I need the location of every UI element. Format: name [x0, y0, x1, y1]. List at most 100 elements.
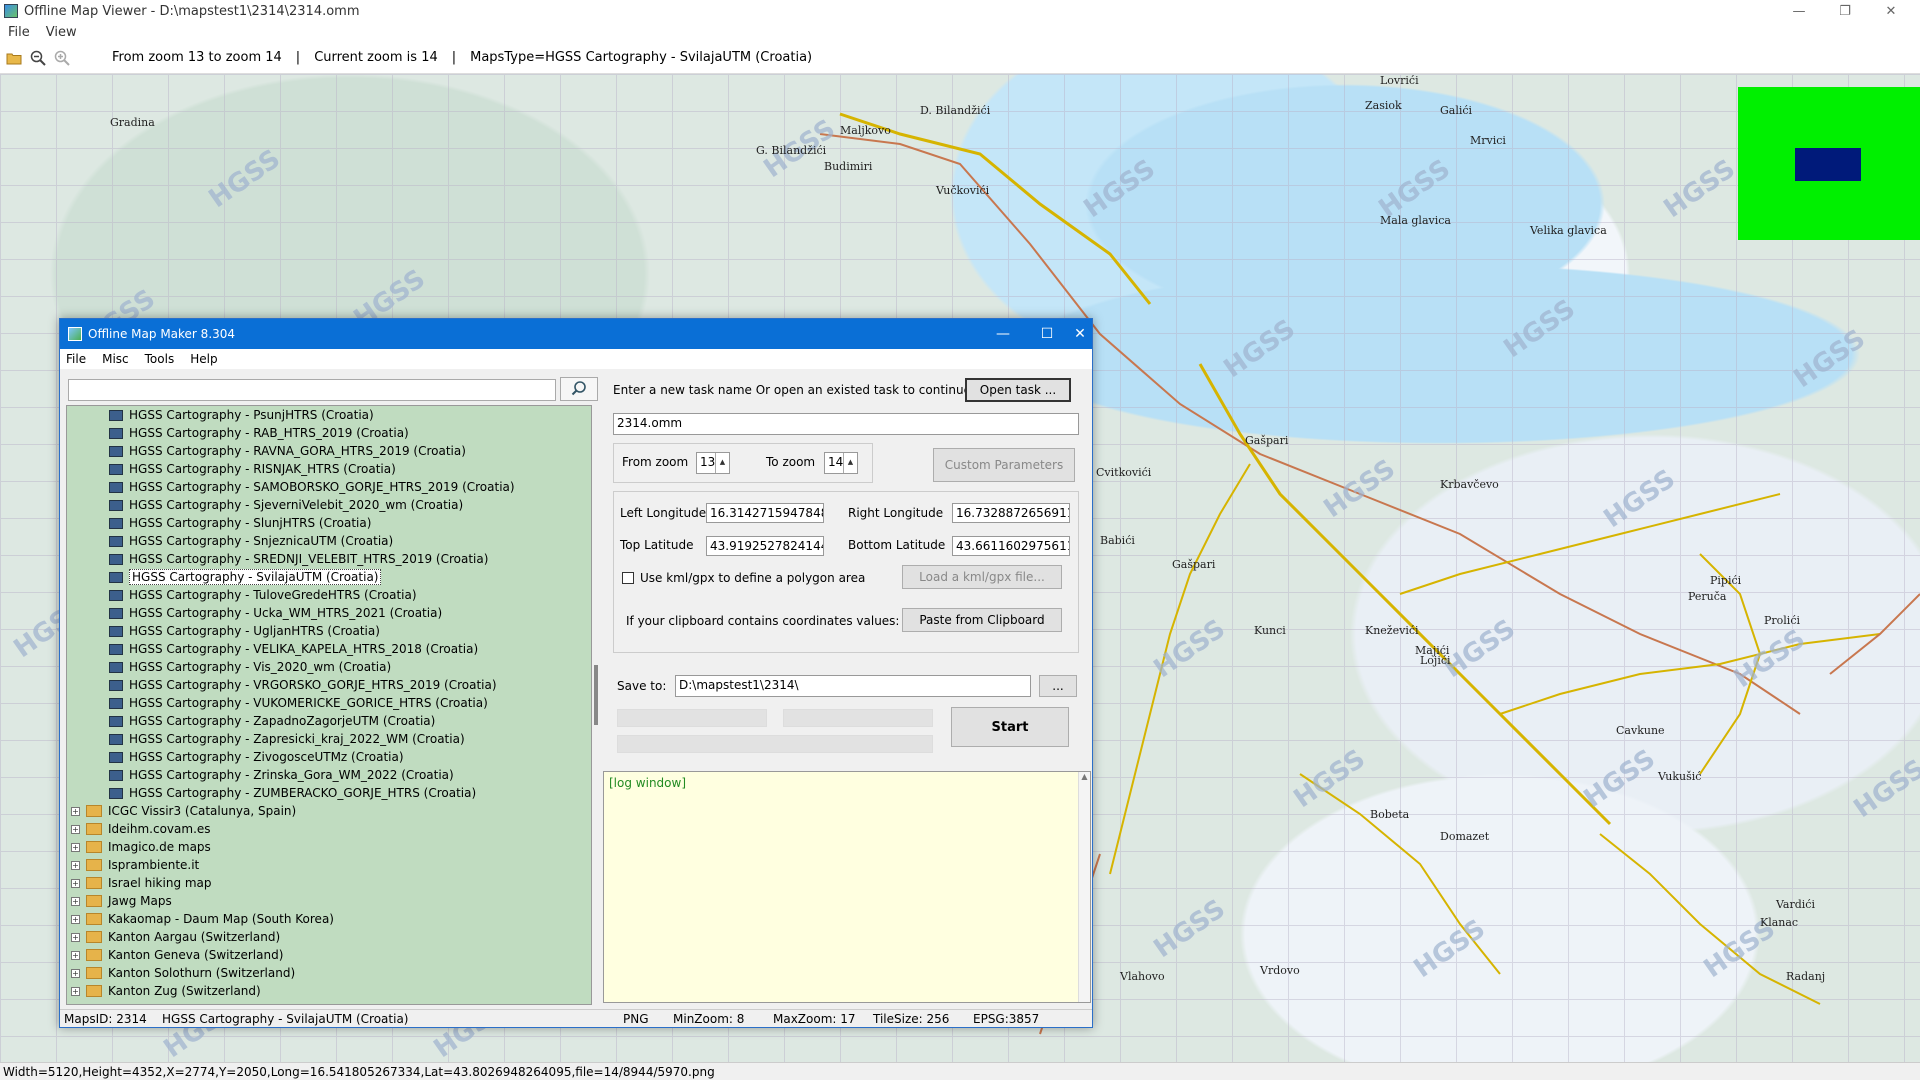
tree-folder[interactable]: + ICGC Vissir3 (Catalunya, Spain) [71, 802, 296, 820]
tree-item[interactable]: HGSS Cartography - Zrinska_Gora_WM_2022 … [109, 766, 454, 784]
tree-item[interactable]: HGSS Cartography - UgljanHTRS (Croatia) [109, 622, 380, 640]
overview-viewport[interactable] [1795, 148, 1861, 181]
save-to-input[interactable]: D:\mapstest1\2314\ [675, 675, 1031, 697]
expand-icon[interactable]: + [71, 842, 80, 852]
tree-item-selected[interactable]: HGSS Cartography - SvilajaUTM (Croatia) [109, 568, 382, 586]
map-tile-icon [109, 589, 123, 601]
expand-icon[interactable]: + [71, 932, 80, 942]
maps-search-input[interactable] [68, 379, 556, 401]
dialog-maximize-button[interactable]: ☐ [1024, 319, 1070, 349]
tree-item[interactable]: HGSS Cartography - ZivogosceUTMz (Croati… [109, 748, 404, 766]
minimize-button[interactable]: — [1776, 0, 1822, 22]
tree-item[interactable]: HGSS Cartography - SAMOBORSKO_GORJE_HTRS… [109, 478, 515, 496]
spin-down-icon[interactable]: ▼ [720, 471, 725, 473]
expand-icon[interactable]: + [71, 986, 80, 996]
tree-item[interactable]: HGSS Cartography - PsunjHTRS (Croatia) [109, 406, 374, 424]
expand-icon[interactable]: + [71, 968, 80, 978]
tree-folder[interactable]: + Kanton Geneva (Switzerland) [71, 946, 283, 964]
task-prompt-label: Enter a new task name Or open an existed… [613, 383, 975, 397]
tree-item[interactable]: HGSS Cartography - ZUMBERACKO_GORJE_HTRS… [109, 784, 476, 802]
menu-file[interactable]: File [8, 25, 30, 40]
menu-view[interactable]: View [46, 25, 77, 40]
tree-item[interactable]: HGSS Cartography - RISNJAK_HTRS (Croatia… [109, 460, 396, 478]
tree-item[interactable]: HGSS Cartography - SlunjHTRS (Croatia) [109, 514, 371, 532]
zoom-in-icon[interactable] [52, 48, 72, 68]
expand-icon[interactable]: + [71, 824, 80, 834]
dialog-menu-file[interactable]: File [66, 352, 86, 366]
map-tile-icon [109, 445, 123, 457]
tree-item[interactable]: HGSS Cartography - RAB_HTRS_2019 (Croati… [109, 424, 409, 442]
maps-tree[interactable]: HGSS Cartography - PsunjHTRS (Croatia) H… [66, 405, 592, 1005]
scroll-up-icon[interactable]: ▲ [1081, 772, 1087, 781]
dialog-close-button[interactable]: ✕ [1068, 319, 1092, 349]
tree-item[interactable]: HGSS Cartography - TuloveGredeHTRS (Croa… [109, 586, 417, 604]
place-label: Kunci [1254, 624, 1286, 637]
tree-item[interactable]: HGSS Cartography - ZapadnoZagorjeUTM (Cr… [109, 712, 435, 730]
zoom-out-icon[interactable] [28, 48, 48, 68]
start-button[interactable]: Start [951, 707, 1069, 747]
map-tile-icon [109, 787, 123, 799]
expand-icon[interactable]: + [71, 896, 80, 906]
search-button[interactable] [560, 377, 598, 401]
expand-icon[interactable]: + [71, 950, 80, 960]
right-longitude-input[interactable]: 16.7328872656911 [952, 503, 1070, 523]
tree-item[interactable]: HGSS Cartography - VRGORSKO_GORJE_HTRS_2… [109, 676, 497, 694]
top-latitude-input[interactable]: 43.9192527824144 [706, 536, 824, 556]
tree-item[interactable]: HGSS Cartography - Vis_2020_wm (Croatia) [109, 658, 391, 676]
tree-item[interactable]: HGSS Cartography - SjeverniVelebit_2020_… [109, 496, 463, 514]
spin-down-icon[interactable]: ▼ [848, 471, 853, 473]
to-zoom-input[interactable]: 14 ▲▼ [824, 452, 858, 474]
tree-folder[interactable]: + Jawg Maps [71, 892, 172, 910]
open-task-button[interactable]: Open task ... [965, 378, 1071, 402]
tree-item[interactable]: HGSS Cartography - RAVNA_GORA_HTRS_2019 … [109, 442, 466, 460]
tree-folder[interactable]: + Ideihm.covam.es [71, 820, 211, 838]
kml-checkbox-label: Use kml/gpx to define a polygon area [640, 571, 866, 585]
custom-parameters-button[interactable]: Custom Parameters [933, 448, 1075, 482]
dialog-menu-help[interactable]: Help [190, 352, 217, 366]
tree-folder[interactable]: + Isprambiente.it [71, 856, 199, 874]
tree-folder[interactable]: + Kanton Aargau (Switzerland) [71, 928, 280, 946]
expand-icon[interactable]: + [71, 878, 80, 888]
from-zoom-input[interactable]: 13 ▲▼ [696, 452, 730, 474]
dialog-menu-misc[interactable]: Misc [102, 352, 129, 366]
browse-button[interactable]: ... [1039, 675, 1077, 697]
tree-item[interactable]: HGSS Cartography - VUKOMERICKE_GORICE_HT… [109, 694, 488, 712]
dialog-menu-tools[interactable]: Tools [145, 352, 175, 366]
tree-folder[interactable]: + Kakaomap - Daum Map (South Korea) [71, 910, 334, 928]
open-folder-icon[interactable] [4, 48, 24, 68]
log-window[interactable]: [log window] ▲ [603, 771, 1091, 1003]
log-scrollbar[interactable]: ▲ [1078, 772, 1090, 1002]
tree-folder[interactable]: + Imagico.de maps [71, 838, 211, 856]
left-longitude-input[interactable]: 16.3142715947848 [706, 503, 824, 523]
close-button[interactable]: ✕ [1868, 0, 1914, 22]
dialog-minimize-button[interactable]: — [980, 319, 1026, 349]
progress-bar [617, 709, 767, 727]
spin-up-icon[interactable]: ▲ [720, 453, 725, 471]
tree-folder[interactable]: + Kanton Solothurn (Switzerland) [71, 964, 295, 982]
tree-item[interactable]: HGSS Cartography - SnjeznicaUTM (Croatia… [109, 532, 393, 550]
expand-icon[interactable]: + [71, 806, 80, 816]
overview-map[interactable] [1738, 87, 1920, 240]
maximize-button[interactable]: ❐ [1822, 0, 1868, 22]
tree-folder[interactable]: + Israel hiking map [71, 874, 212, 892]
kml-checkbox[interactable] [622, 572, 634, 584]
to-zoom-spinner[interactable]: ▲▼ [843, 453, 857, 473]
spin-up-icon[interactable]: ▲ [848, 453, 853, 471]
expand-icon[interactable]: + [71, 860, 80, 870]
paste-clipboard-button[interactable]: Paste from Clipboard [902, 608, 1062, 632]
status-tile-size: TileSize: 256 [873, 1012, 950, 1026]
tree-item[interactable]: HGSS Cartography - Ucka_WM_HTRS_2021 (Cr… [109, 604, 442, 622]
scrollbar-thumb[interactable] [594, 665, 598, 725]
tree-item[interactable]: HGSS Cartography - SREDNJI_VELEBIT_HTRS_… [109, 550, 488, 568]
tree-folder[interactable]: + Kanton Zug (Switzerland) [71, 982, 261, 1000]
load-kml-button[interactable]: Load a kml/gpx file... [902, 565, 1062, 589]
bottom-latitude-input[interactable]: 43.6611602975611 [952, 536, 1070, 556]
tree-item[interactable]: HGSS Cartography - Zapresicki_kraj_2022_… [109, 730, 465, 748]
expand-icon[interactable]: + [71, 914, 80, 924]
task-name-input[interactable]: 2314.omm [613, 413, 1079, 435]
status-maps-id: MapsID: 2314 [64, 1012, 147, 1026]
tree-item[interactable]: HGSS Cartography - VELIKA_KAPELA_HTRS_20… [109, 640, 478, 658]
from-zoom-label: From zoom [622, 455, 689, 469]
tree-scrollbar[interactable] [592, 405, 602, 1005]
from-zoom-spinner[interactable]: ▲▼ [715, 453, 729, 473]
